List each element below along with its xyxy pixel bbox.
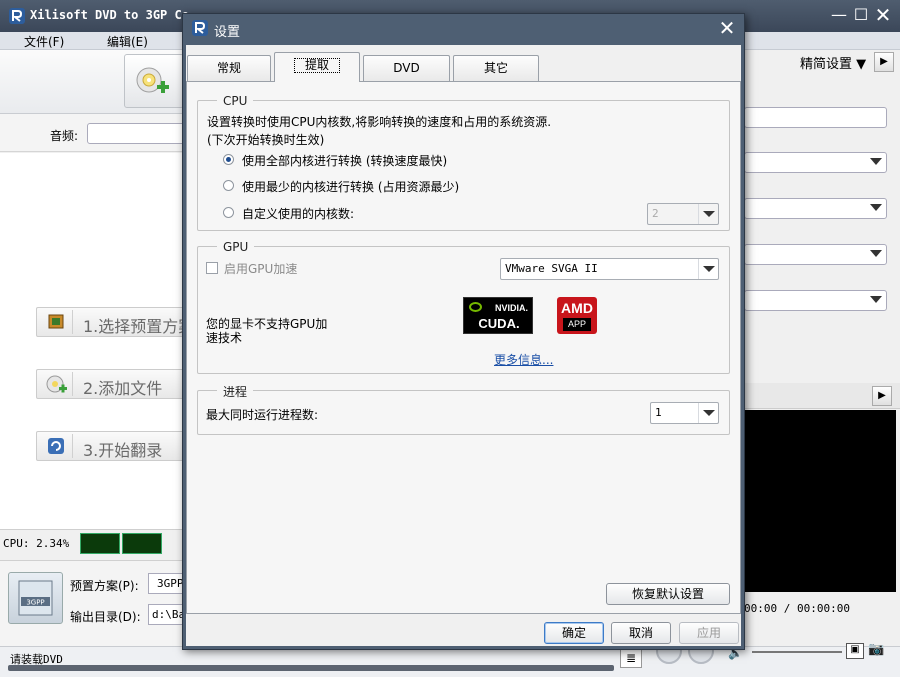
preview-screen bbox=[744, 410, 896, 592]
custom-cores-select[interactable]: 2 bbox=[647, 203, 719, 225]
cpu-graph-2 bbox=[122, 533, 162, 554]
right-dropdown-2[interactable] bbox=[744, 198, 887, 219]
restore-defaults-button[interactable]: 恢复默认设置 bbox=[606, 583, 730, 605]
cpu-group-title: CPU bbox=[217, 94, 254, 108]
nvidia-cuda-logo: NVIDIA. CUDA. bbox=[463, 297, 533, 334]
amd-app-logo: AMD APP bbox=[557, 297, 597, 334]
maximize-icon[interactable]: ☐ bbox=[851, 5, 871, 25]
step-1-label: 1.选择预置方案 bbox=[83, 317, 195, 336]
more-info-link[interactable]: 更多信息... bbox=[494, 351, 553, 368]
output-dir-label: 输出目录(D): bbox=[70, 610, 141, 624]
radio-min-cores[interactable] bbox=[223, 180, 234, 191]
chevron-down-icon bbox=[698, 204, 718, 224]
camera-icon[interactable]: 📷 bbox=[868, 642, 884, 657]
radio-all-cores[interactable] bbox=[223, 154, 234, 165]
audio-label: 音频: bbox=[50, 129, 79, 143]
radio-custom-cores-label: 自定义使用的内核数: bbox=[242, 207, 355, 221]
status-progress-bar bbox=[8, 665, 614, 671]
right-dropdown-4[interactable] bbox=[744, 290, 887, 311]
disc-add-icon bbox=[39, 372, 73, 396]
preview-expand-icon[interactable]: ▶ bbox=[872, 386, 892, 406]
chevron-down-icon bbox=[870, 296, 882, 303]
cpu-description: 设置转换时使用CPU内核数,将影响转换的速度和占用的系统资源. bbox=[207, 115, 552, 129]
step-start-rip-button[interactable]: 3.开始翻录 bbox=[36, 431, 196, 461]
tab-extract-label: 提取 bbox=[293, 58, 340, 73]
cpu-graph-1 bbox=[80, 533, 120, 554]
tab-extract[interactable]: 提取 bbox=[274, 52, 360, 82]
chevron-down-icon bbox=[870, 204, 882, 211]
right-field-1[interactable] bbox=[744, 107, 887, 128]
tab-dvd[interactable]: DVD bbox=[363, 55, 450, 81]
ok-button[interactable]: 确定 bbox=[544, 622, 604, 644]
cancel-button[interactable]: 取消 bbox=[611, 622, 671, 644]
cpu-description-note: (下次开始转换时生效) bbox=[207, 133, 325, 147]
add-dvd-button[interactable] bbox=[124, 54, 184, 108]
cuda-text: CUDA. bbox=[478, 316, 520, 331]
amd-text: AMD bbox=[561, 300, 593, 316]
disc-add-icon bbox=[136, 67, 169, 93]
process-group-title: 进程 bbox=[217, 383, 254, 400]
max-process-select[interactable]: 1 bbox=[650, 402, 719, 424]
step-2-label: 2.添加文件 bbox=[83, 379, 163, 398]
apply-button[interactable]: 应用 bbox=[679, 622, 739, 644]
gpu-device-select[interactable]: VMware SVGA II bbox=[500, 258, 719, 280]
right-dropdown-1[interactable] bbox=[744, 152, 887, 173]
cpu-usage-text: CPU: 2.34% bbox=[3, 537, 70, 550]
preview-time: 00:00 / 00:00:00 bbox=[744, 602, 850, 615]
max-process-label: 最大同时运行进程数: bbox=[206, 408, 319, 422]
step-3-label: 3.开始翻录 bbox=[83, 441, 163, 460]
chevron-down-icon bbox=[870, 250, 882, 257]
dialog-title: 设置 bbox=[214, 25, 241, 40]
right-dropdown-3[interactable] bbox=[744, 244, 887, 265]
dialog-logo-icon bbox=[192, 20, 208, 36]
gpu-accel-checkbox[interactable] bbox=[206, 262, 218, 274]
app-title: Xilisoft DVD to 3GP Co bbox=[30, 8, 189, 22]
close-icon[interactable]: ✕ bbox=[873, 5, 893, 25]
dialog-close-icon[interactable]: ✕ bbox=[717, 18, 737, 38]
radio-min-cores-label: 使用最少的内核进行转换 (占用资源最少) bbox=[242, 180, 460, 194]
step-add-file-button[interactable]: 2.添加文件 bbox=[36, 369, 196, 399]
tab-general-label: 常规 bbox=[216, 61, 241, 75]
gpu-device-value: VMware SVGA II bbox=[505, 262, 598, 275]
custom-cores-value: 2 bbox=[652, 207, 659, 220]
chevron-down-icon bbox=[698, 403, 718, 423]
menu-file[interactable]: 文件(F) bbox=[24, 33, 64, 50]
chevron-down-icon bbox=[870, 158, 882, 165]
radio-custom-cores[interactable] bbox=[223, 207, 234, 218]
app-logo-icon bbox=[9, 8, 25, 24]
max-process-value: 1 bbox=[655, 406, 662, 419]
tab-other[interactable]: 其它 bbox=[453, 55, 539, 81]
volume-slider[interactable] bbox=[752, 651, 842, 653]
convert-icon bbox=[39, 434, 73, 458]
svg-text:3GPP: 3GPP bbox=[26, 599, 44, 607]
gpu-group-title: GPU bbox=[217, 240, 255, 254]
menu-edit[interactable]: 编辑(E) bbox=[107, 33, 148, 50]
tab-other-label: 其它 bbox=[483, 61, 508, 75]
nvidia-brand-text: NVIDIA. bbox=[494, 303, 528, 313]
profile-label: 预置方案(P): bbox=[70, 579, 139, 593]
file-list-panel bbox=[0, 153, 190, 529]
amd-app-text: APP bbox=[563, 318, 591, 331]
expand-right-icon[interactable]: ▶ bbox=[874, 52, 894, 72]
film-icon bbox=[39, 310, 73, 334]
radio-all-cores-label: 使用全部内核进行转换 (转换速度最快) bbox=[242, 154, 448, 168]
snapshot-folder-icon[interactable]: ▣ bbox=[846, 643, 864, 659]
audio-select[interactable] bbox=[87, 123, 197, 144]
minimize-icon[interactable]: — bbox=[829, 5, 849, 25]
brief-settings-dropdown[interactable]: 精简设置 ▼ bbox=[800, 53, 866, 72]
log-icon[interactable]: ≣ bbox=[620, 648, 642, 668]
step-select-profile-button[interactable]: 1.选择预置方案 bbox=[36, 307, 196, 337]
3gpp-profile-icon[interactable]: 3GPP bbox=[8, 572, 63, 624]
tab-general[interactable]: 常规 bbox=[187, 55, 271, 81]
gpu-accel-label: 启用GPU加速 bbox=[224, 262, 298, 276]
tab-dvd-label: DVD bbox=[393, 61, 420, 75]
gpu-unsupported-text-2: 速技术 bbox=[206, 331, 243, 345]
chevron-down-icon bbox=[698, 259, 718, 279]
